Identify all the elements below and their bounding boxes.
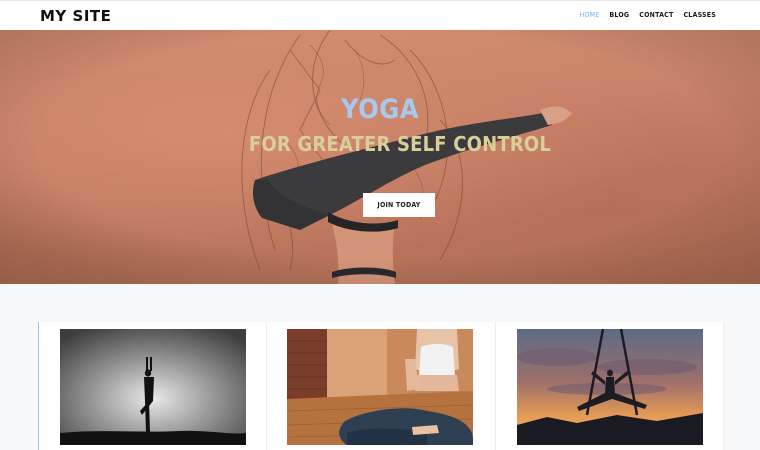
hero-banner: YOGA FOR GREATER SELF CONTROL JOIN TODAY	[0, 30, 760, 284]
nav-item-blog[interactable]: BLOG	[609, 11, 629, 19]
card-2-image[interactable]	[287, 329, 474, 445]
aerial-yoga-photo	[516, 329, 703, 445]
class-cards	[38, 322, 724, 450]
hero-title: YOGA	[340, 94, 419, 125]
nav-item-home[interactable]: HOME	[579, 11, 599, 19]
card-1[interactable]	[39, 322, 268, 450]
nav-item-contact[interactable]: CONTACT	[639, 11, 673, 19]
yoga-meditation-photo	[287, 329, 474, 445]
card-3-image[interactable]	[516, 329, 703, 445]
card-3[interactable]	[495, 322, 724, 450]
yoga-tree-pose-photo	[60, 329, 246, 445]
site-header: MY SITE HOME BLOG CONTACT CLASSES	[0, 0, 760, 30]
page: MY SITE HOME BLOG CONTACT CLASSES YOGA F…	[0, 0, 760, 450]
hero-background-image	[0, 30, 760, 284]
hero-subtitle: FOR GREATER SELF CONTROL	[248, 132, 552, 156]
site-logo[interactable]: MY SITE	[40, 7, 111, 25]
main-nav: HOME BLOG CONTACT CLASSES	[579, 11, 716, 19]
join-today-button[interactable]: JOIN TODAY	[363, 193, 435, 217]
card-2[interactable]	[267, 322, 496, 450]
card-1-image[interactable]	[60, 329, 246, 445]
nav-item-classes[interactable]: CLASSES	[683, 11, 716, 19]
